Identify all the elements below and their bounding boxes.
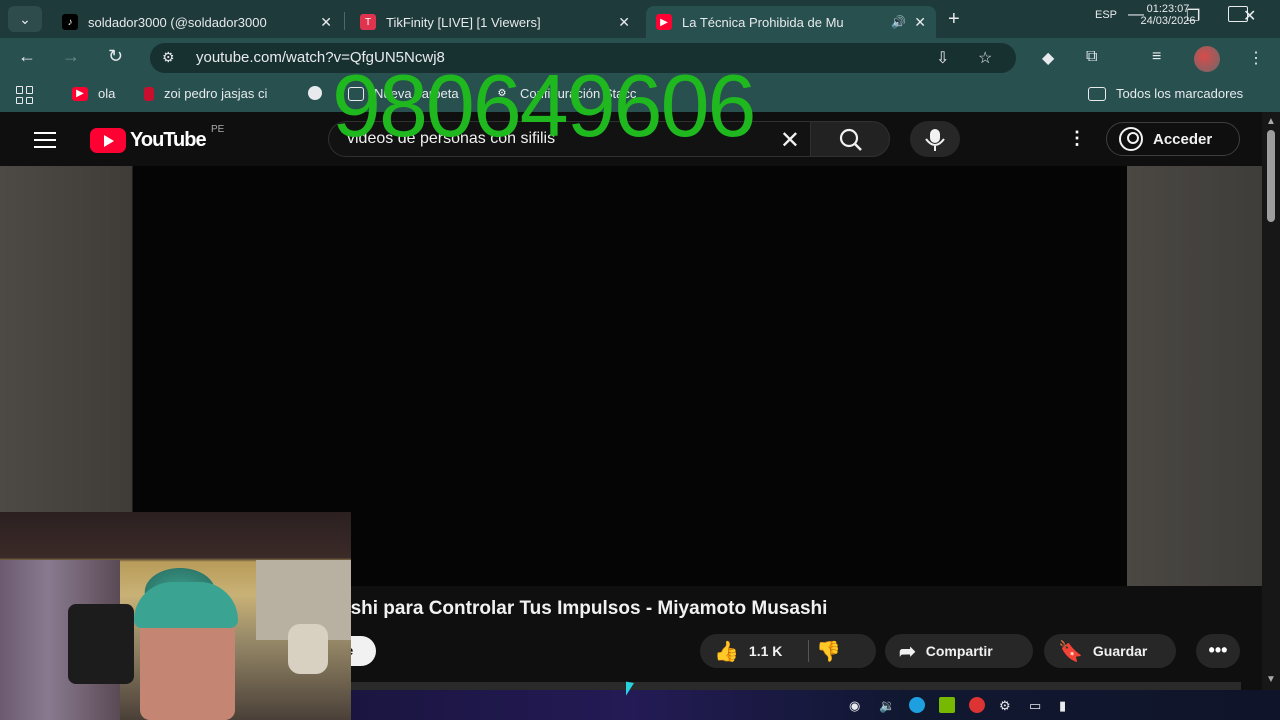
site-info-icon[interactable]: ⚙ — [162, 49, 175, 66]
windows-taskbar: ◉ 🔉 ⚙ ▭ ▮ — [351, 690, 1280, 720]
youtube-icon: ▶ — [656, 14, 672, 30]
bookmark-label: zoi pedro jasjas ci — [164, 86, 268, 101]
app-tray-icon[interactable] — [969, 697, 985, 713]
phone-number-overlay: 980649606 — [332, 56, 756, 155]
extensions-puzzle-icon[interactable]: ⧉ — [1086, 48, 1097, 66]
youtube-logo[interactable]: YouTube — [90, 128, 207, 153]
scroll-down-icon[interactable]: ▼ — [1266, 674, 1276, 685]
extension-diamond-icon[interactable]: ◆ — [1042, 48, 1054, 68]
bookmark-circle[interactable] — [308, 86, 332, 100]
webcam-overlay — [0, 512, 351, 720]
voice-search-button[interactable] — [910, 121, 960, 157]
tab-title: TikFinity [LIVE] [1 Viewers] — [386, 14, 541, 30]
search-icon — [839, 128, 862, 151]
all-bookmarks[interactable]: Todos los marcadores — [1088, 86, 1243, 101]
tab-strip: ⌄ ♪ soldador3000 (@soldador3000 ✕ T TikF… — [0, 0, 1280, 38]
bookmark-zoi[interactable]: zoi pedro jasjas ci — [144, 86, 267, 101]
sign-in-button[interactable]: Acceder — [1106, 122, 1240, 156]
system-clock[interactable]: 01:23:07 24/03/2026 — [1130, 3, 1206, 27]
screen: ⌄ ♪ soldador3000 (@soldador3000 ✕ T TikF… — [0, 0, 1280, 720]
forward-button[interactable]: → — [62, 46, 80, 67]
share-button[interactable]: ➦ Compartir — [885, 634, 1033, 668]
clock-time: 01:23:07 — [1146, 3, 1190, 15]
bookmark-ola[interactable]: ▶ ola — [72, 86, 115, 101]
tab-tiktok[interactable]: ♪ soldador3000 (@soldador3000 ✕ — [52, 6, 342, 38]
reload-button[interactable]: ↻ — [108, 46, 123, 67]
browser-menu-icon[interactable]: ⋮ — [1248, 48, 1264, 68]
scroll-up-icon[interactable]: ▲ — [1266, 116, 1276, 127]
youtube-icon: ▶ — [72, 86, 88, 101]
bookmark-label: ola — [98, 86, 116, 101]
horizontal-strip — [351, 682, 1241, 690]
more-actions-button[interactable]: ••• — [1196, 634, 1240, 668]
share-icon: ➦ — [899, 640, 916, 663]
tab-tikfinity[interactable]: T TikFinity [LIVE] [1 Viewers] ✕ — [350, 6, 640, 38]
close-icon[interactable]: ✕ — [914, 14, 926, 31]
tikfinity-icon: T — [360, 14, 376, 30]
webcam-hair — [134, 582, 238, 628]
language-indicator[interactable]: ESP — [1095, 9, 1117, 21]
share-label: Compartir — [925, 643, 993, 659]
account-icon — [1119, 127, 1143, 151]
speaker-icon[interactable]: 🔊 — [891, 15, 906, 29]
tab-title: soldador3000 (@soldador3000 — [88, 14, 267, 30]
tab-youtube-active[interactable]: ▶ La Técnica Prohibida de Mu 🔊 ✕ — [646, 6, 936, 38]
settings-kebab-icon[interactable]: ⋮ — [1068, 128, 1086, 149]
new-tab-button[interactable]: + — [948, 8, 960, 31]
tiktok-icon: ♪ — [62, 14, 78, 30]
steam-icon[interactable]: ⚙ — [999, 698, 1011, 714]
save-bookmark-icon: 🔖 — [1058, 640, 1083, 663]
like-dislike-group: 👍 1.1 K 👎 — [700, 634, 876, 668]
youtube-play-icon — [90, 128, 126, 153]
sign-in-label: Acceder — [1153, 130, 1213, 148]
like-divider — [808, 640, 809, 662]
install-app-icon[interactable]: ⇩ — [936, 48, 949, 68]
media-controls-icon[interactable]: ≡ — [1152, 48, 1161, 66]
clock-date: 24/03/2026 — [1140, 15, 1196, 27]
clear-search-icon[interactable]: ✕ — [780, 126, 800, 155]
back-button[interactable]: ← — [18, 46, 36, 67]
close-icon[interactable]: ✕ — [320, 14, 332, 31]
bookmark-icon — [144, 86, 154, 101]
search-button[interactable] — [810, 121, 890, 157]
like-count[interactable]: 1.1 K — [749, 643, 782, 659]
network-icon[interactable]: ▭ — [1029, 698, 1041, 714]
tab-search-button[interactable]: ⌄ — [8, 6, 42, 32]
profile-avatar[interactable] — [1194, 46, 1220, 72]
folder-icon — [1088, 86, 1106, 101]
mouse-cursor-icon — [626, 681, 642, 699]
guide-menu-icon[interactable] — [34, 132, 56, 148]
nvidia-icon[interactable] — [939, 697, 955, 713]
save-button[interactable]: 🔖 Guardar — [1044, 634, 1176, 668]
volume-icon[interactable]: 🔉 — [879, 698, 895, 714]
notifications-icon[interactable] — [1228, 6, 1248, 22]
dislike-icon[interactable]: 👎 — [816, 639, 841, 664]
all-bookmarks-label: Todos los marcadores — [1116, 86, 1244, 101]
circle-icon — [308, 86, 322, 100]
youtube-wordmark: YouTube — [130, 129, 207, 151]
scrollbar-thumb[interactable] — [1267, 130, 1275, 222]
discord-icon[interactable]: ◉ — [849, 698, 860, 714]
tab-title: La Técnica Prohibida de Mu — [682, 14, 844, 30]
like-icon[interactable]: 👍 — [714, 639, 739, 664]
close-icon[interactable]: ✕ — [618, 14, 630, 31]
page-scrollbar[interactable]: ▲ ▼ — [1262, 112, 1280, 690]
tab-separator — [344, 12, 345, 30]
apps-grid-icon[interactable] — [16, 86, 34, 104]
save-label: Guardar — [1092, 643, 1148, 659]
bookmark-star-icon[interactable]: ☆ — [978, 48, 992, 68]
skype-icon[interactable] — [909, 697, 925, 713]
video-title: ashi para Controlar Tus Impulsos - Miyam… — [340, 598, 828, 619]
webcam-chair — [68, 604, 134, 684]
mic-tray-icon[interactable]: ▮ — [1059, 698, 1066, 714]
mic-icon — [925, 129, 945, 151]
webcam-doll — [288, 624, 328, 674]
region-code: PE — [211, 124, 225, 135]
